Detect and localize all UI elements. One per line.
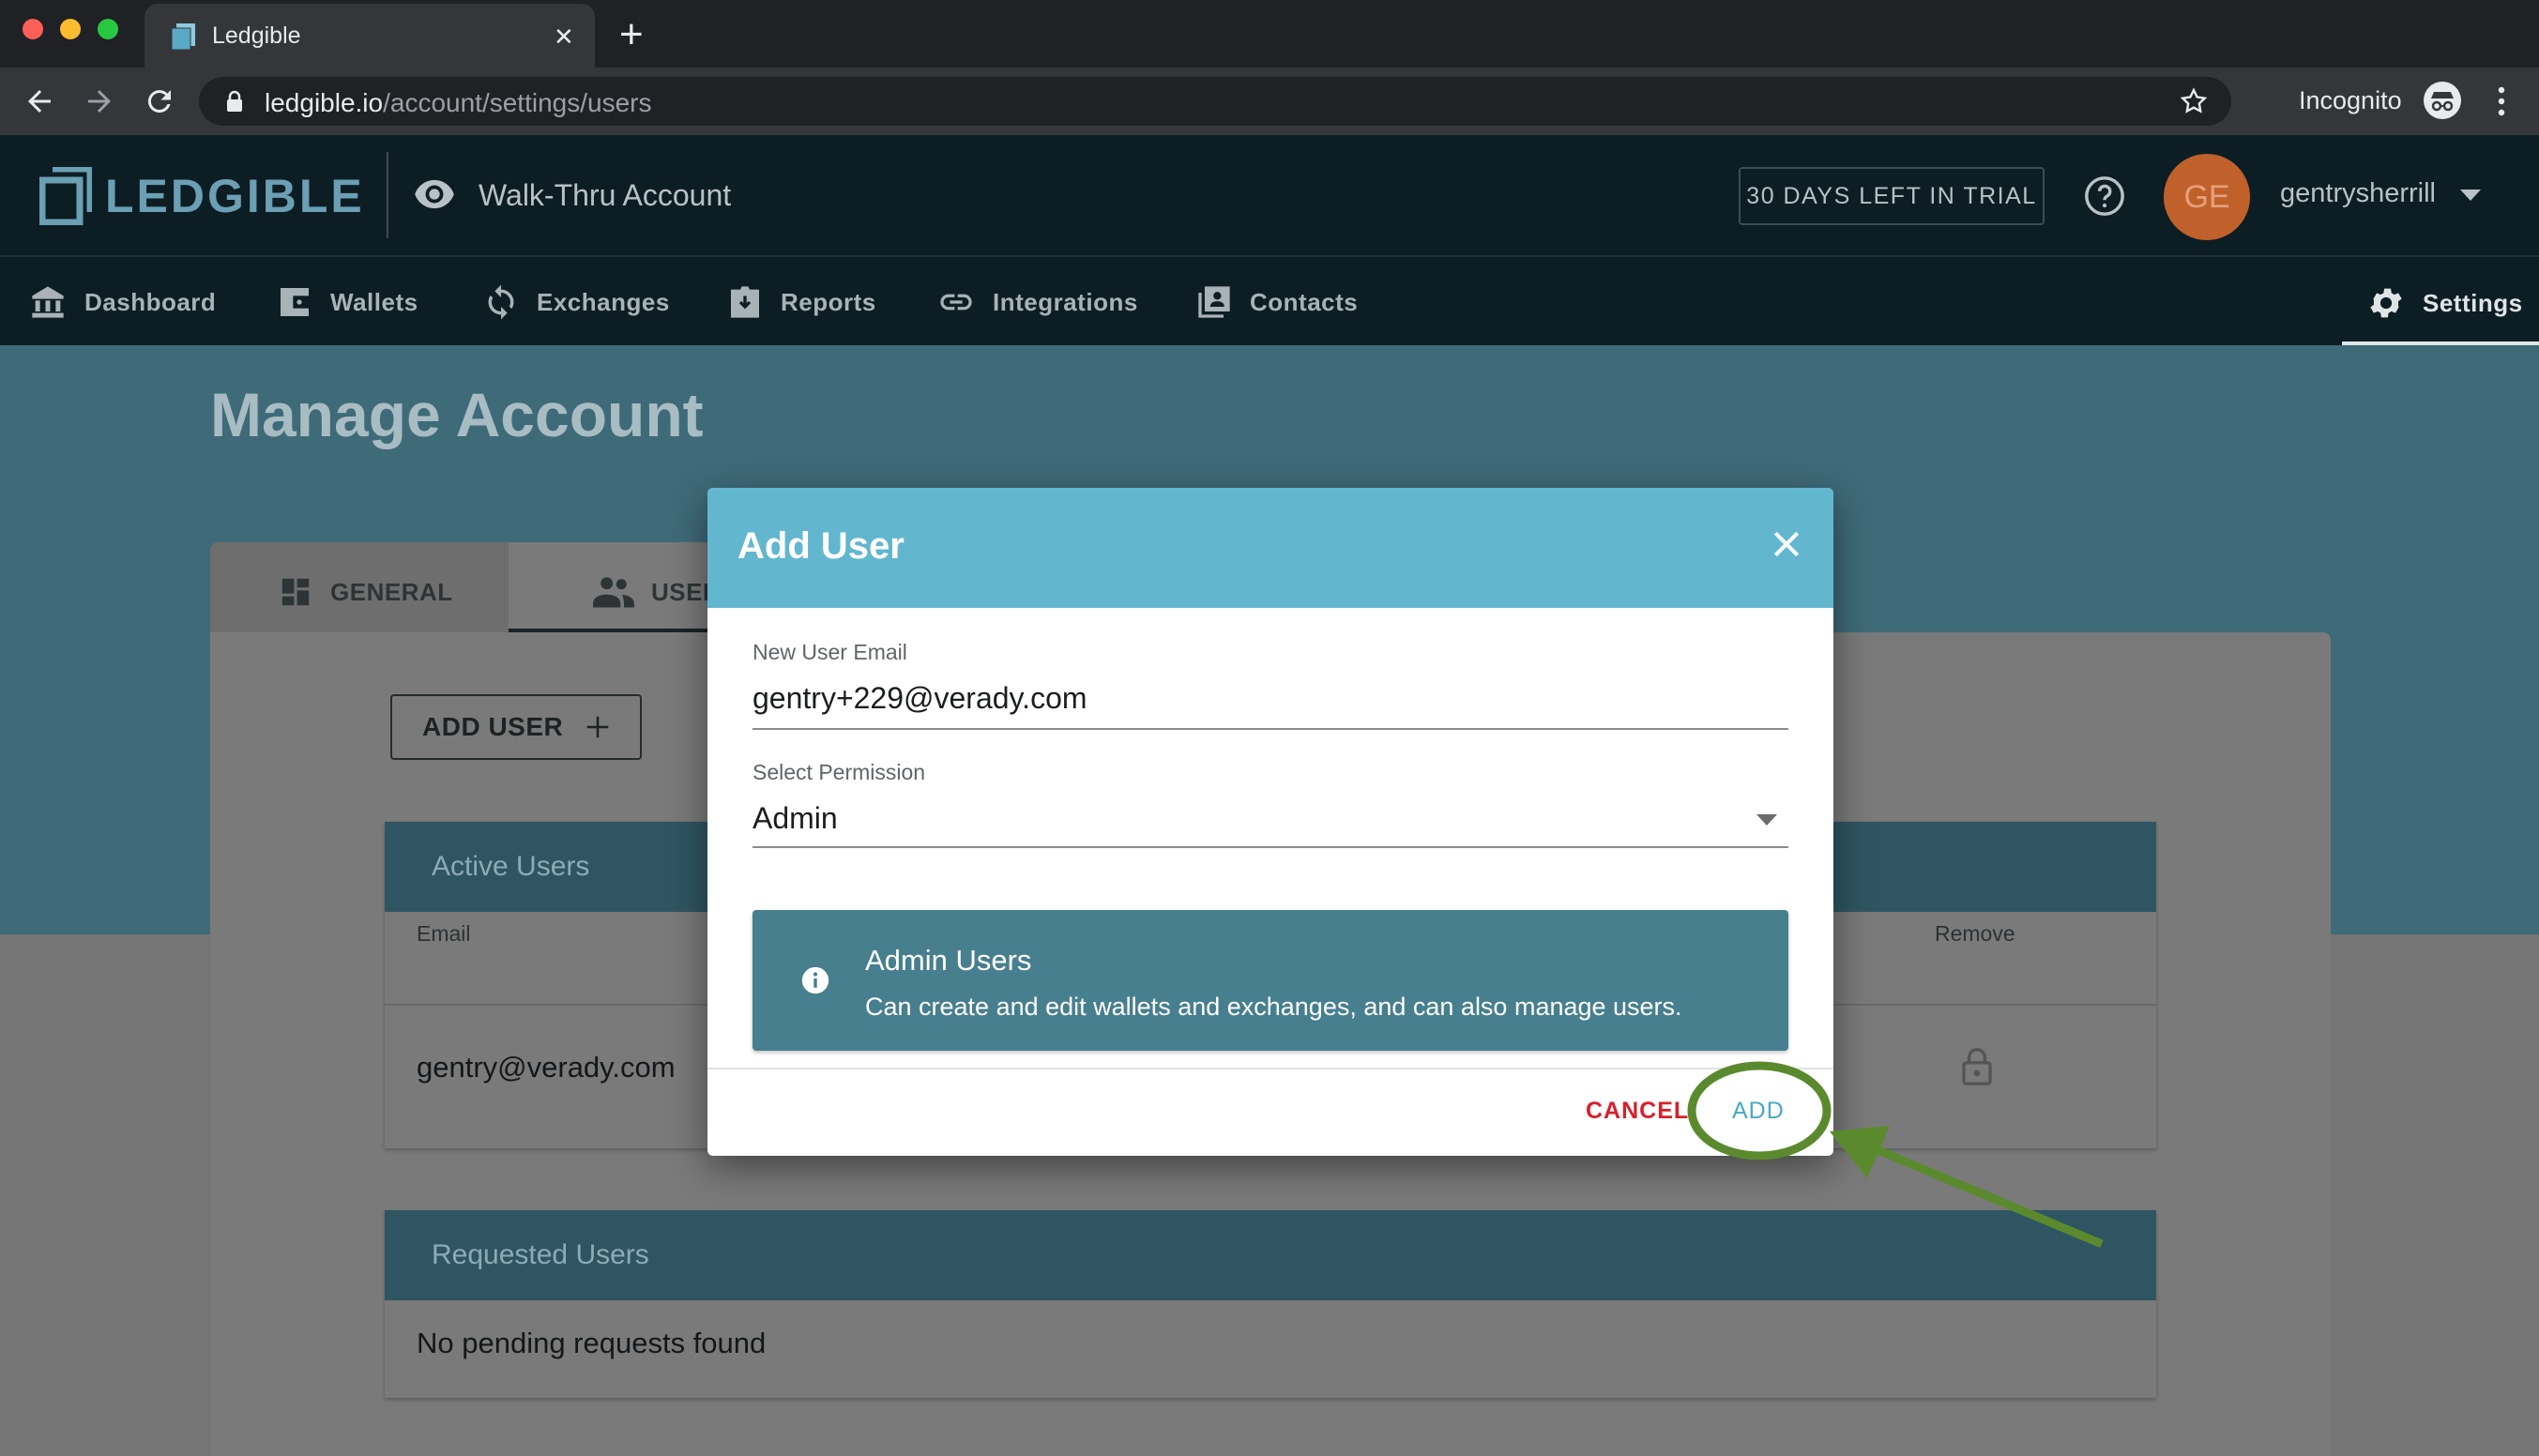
cancel-button[interactable]: CANCEL <box>1586 1098 1689 1125</box>
report-icon <box>731 286 759 318</box>
permission-info-box: Admin Users Can create and edit wallets … <box>753 910 1788 1051</box>
nav-item-exchanges[interactable]: Exchanges <box>482 283 670 321</box>
reload-icon[interactable] <box>143 84 176 118</box>
email-field[interactable]: gentry+229@verady.com <box>753 681 1087 716</box>
tab-label: GENERAL <box>330 577 453 606</box>
info-title: Admin Users <box>865 944 1032 977</box>
add-user-label: ADD USER <box>422 712 564 741</box>
close-window-button[interactable] <box>23 19 43 39</box>
ledgible-logo[interactable]: LEDGIBLE <box>39 167 365 225</box>
bookmark-star-icon[interactable] <box>2179 86 2209 116</box>
nav-item-reports[interactable]: Reports <box>726 283 876 321</box>
trial-badge[interactable]: 30 DAYS LEFT IN TRIAL <box>1739 167 2045 225</box>
close-tab-icon[interactable]: ✕ <box>554 23 574 52</box>
ledgible-favicon-icon <box>169 22 199 52</box>
nav-item-label: Contacts <box>1250 287 1359 316</box>
add-user-dialog: Add User New User Email gentry+229@verad… <box>707 488 1833 1156</box>
incognito-icon[interactable] <box>2423 81 2462 120</box>
plus-icon <box>586 716 609 738</box>
app-header: LEDGIBLE Walk-Thru Account 30 DAYS LEFT … <box>0 135 2539 255</box>
chevron-down-icon[interactable] <box>2460 190 2481 201</box>
sync-icon <box>488 284 514 320</box>
user-email-cell: gentry@verady.com <box>417 1051 676 1084</box>
add-button[interactable]: ADD <box>1732 1098 1785 1125</box>
help-icon[interactable] <box>2083 174 2126 218</box>
new-tab-button[interactable]: + <box>619 11 644 58</box>
tab-title: Ledgible <box>212 23 301 49</box>
nav-item-label: Dashboard <box>84 287 217 316</box>
lock-icon <box>1961 1047 1993 1086</box>
ledgible-logo-icon <box>39 167 92 225</box>
bank-icon <box>32 286 64 318</box>
incognito-label: Incognito <box>2299 86 2402 114</box>
nav-item-label: Settings <box>2423 288 2523 317</box>
requested-users-panel: Requested Users No pending requests foun… <box>385 1210 2156 1398</box>
account-name[interactable]: Walk-Thru Account <box>479 178 731 213</box>
back-arrow-icon[interactable] <box>23 84 56 118</box>
permission-select[interactable]: Admin <box>753 801 838 836</box>
permission-field-label: Select Permission <box>753 760 926 784</box>
nav-item-integrations[interactable]: Integrations <box>936 283 1138 321</box>
requested-users-title: Requested Users <box>385 1210 2156 1300</box>
gear-icon <box>2370 288 2402 318</box>
username[interactable]: gentrysherrill <box>2280 178 2436 209</box>
tab-general-label-wrap: GENERAL <box>278 574 453 610</box>
column-header-remove: Remove <box>1935 921 2015 946</box>
nav-item-label: Reports <box>781 287 876 316</box>
nav-item-contacts[interactable]: Contacts <box>1195 283 1358 321</box>
browser-toolbar: ledgible.io/account/settings/users Incog… <box>0 68 2539 135</box>
minimize-window-button[interactable] <box>60 19 81 39</box>
column-header-email: Email <box>417 921 471 946</box>
info-icon <box>799 964 831 996</box>
chevron-down-icon[interactable] <box>1756 814 1777 826</box>
wallet-icon <box>281 288 309 316</box>
email-field-underline <box>753 728 1788 730</box>
close-icon[interactable] <box>1768 525 1805 563</box>
dialog-footer-divider <box>707 1068 1833 1069</box>
empty-state-text: No pending requests found <box>417 1327 767 1359</box>
url-text: ledgible.io/account/settings/users <box>265 88 652 117</box>
dialog-header: Add User <box>707 488 1833 608</box>
info-text: Can create and edit wallets and exchange… <box>865 993 1682 1021</box>
nav-item-settings[interactable]: Settings <box>2366 283 2523 323</box>
forward-arrow-icon[interactable] <box>83 84 116 118</box>
link-icon <box>940 294 972 311</box>
maximize-window-button[interactable] <box>98 19 118 39</box>
nav-item-label: Integrations <box>993 287 1138 316</box>
browser-menu-icon[interactable] <box>2496 84 2507 118</box>
main-nav: Dashboard Wallets Exchanges Reports Inte… <box>0 255 2539 345</box>
header-divider <box>387 152 388 238</box>
nav-item-dashboard[interactable]: Dashboard <box>28 283 216 321</box>
nav-item-wallets[interactable]: Wallets <box>276 283 418 321</box>
eye-icon[interactable] <box>413 178 456 210</box>
address-bar[interactable]: ledgible.io/account/settings/users <box>199 77 2231 126</box>
contacts-icon <box>1198 286 1230 318</box>
avatar[interactable]: GE <box>2164 154 2250 240</box>
tab-general[interactable]: GENERAL <box>210 542 509 632</box>
email-field-label: New User Email <box>753 640 907 664</box>
logo-text: LEDGIBLE <box>105 170 365 222</box>
lock-icon <box>225 90 244 113</box>
browser-tab[interactable]: Ledgible ✕ <box>144 4 595 68</box>
page-title: Manage Account <box>210 380 704 449</box>
permission-select-underline <box>753 846 1788 848</box>
nav-item-label: Wallets <box>330 287 418 316</box>
dashboard-icon <box>281 578 310 606</box>
people-icon <box>593 577 634 608</box>
add-user-button[interactable]: ADD USER <box>390 694 642 760</box>
browser-tabstrip: Ledgible ✕ + <box>0 0 2539 68</box>
dialog-title: Add User <box>737 525 905 567</box>
nav-item-label: Exchanges <box>537 287 670 316</box>
